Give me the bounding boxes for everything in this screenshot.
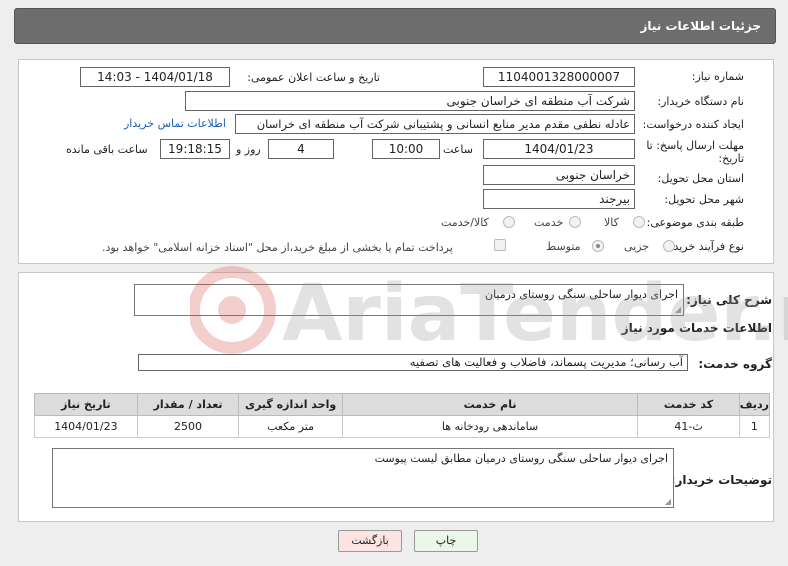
summary-textarea[interactable]: اجرای دیوار ساحلی سنگی روستای درمیان ◢ [134,284,684,316]
deadline-label: مهلت ارسال پاسخ: تا [646,139,744,152]
deadline-time-field: 10:00 [372,139,440,159]
services-table: ردیف کد خدمت نام خدمت واحد اندازه گیری ت… [34,393,771,438]
creator-label: ایجاد کننده درخواست: [642,118,744,131]
province-field: خراسان جنوبی [483,165,635,185]
remaining-label: ساعت باقی مانده [66,143,148,156]
services-title: اطلاعات خدمات مورد نیاز [621,321,772,335]
treasury-payment-checkbox[interactable] [494,239,506,251]
creator-field: عادله نطفی مقدم مدیر منابع انسانی و پشتی… [235,114,635,134]
process-medium-radio[interactable] [592,240,604,252]
remaining-time-field: 19:18:15 [160,139,230,159]
category-service-label: خدمت [534,216,564,229]
process-label: نوع فرآیند خرید : [666,240,744,253]
page-header: جزئیات اطلاعات نیاز [14,8,776,44]
deadline-date-field: 1404/01/23 [483,139,635,159]
service-group-label: گروه خدمت: [698,357,772,371]
category-service-radio[interactable] [569,216,581,228]
buyer-notes-label: توضیحات خریدار: [670,473,772,487]
process-minor-radio[interactable] [663,240,675,252]
col-qty-header: تعداد / مقدار [136,393,240,416]
days-field: 4 [268,139,334,159]
cell-qty: 2500 [136,415,240,438]
col-row-header: ردیف [738,393,771,416]
treasury-payment-note: پرداخت تمام یا بخشی از مبلغ خرید،از محل … [102,241,453,254]
process-minor-label: جزیی [624,240,650,253]
need-number-label: شماره نیاز: [691,70,744,83]
summary-label: شرح کلی نیاز: [686,293,772,307]
need-number-field: 1104001328000007 [483,67,635,87]
col-code-header: کد خدمت [637,393,740,416]
category-goods-radio[interactable] [633,216,645,228]
announce-label: تاریخ و ساعت اعلان عمومی: [247,71,380,84]
announce-field: 1404/01/18 - 14:03 [80,67,230,87]
resize-grip-icon[interactable]: ◢ [675,305,681,314]
summary-text: اجرای دیوار ساحلی سنگی روستای درمیان [484,288,678,301]
table-header-row: ردیف کد خدمت نام خدمت واحد اندازه گیری ت… [34,393,771,416]
city-field: بیرجند [483,189,635,209]
cell-row: 1 [738,415,771,438]
col-name-header: نام خدمت [341,393,639,416]
category-label: طبقه بندی موضوعی: [646,216,744,229]
buyer-org-label: نام دستگاه خریدار: [657,95,744,108]
process-medium-label: متوسط [546,240,581,253]
contact-buyer-link[interactable]: اطلاعات تماس خریدار [124,117,226,130]
time-label: ساعت [443,143,473,156]
buyer-org-field: شرکت آب منطقه ای خراسان جنوبی [185,91,635,111]
col-unit-header: واحد اندازه گیری [238,393,343,416]
print-button[interactable]: چاپ [414,530,478,552]
need-info-panel [18,59,774,264]
province-label: استان محل تحویل: [657,172,744,185]
resize-grip-icon[interactable]: ◢ [665,497,671,506]
category-goods-service-label: کالا/خدمت [441,216,489,229]
table-row: 1 ث-41 ساماندهی رودخانه ها متر مکعب 2500… [34,415,771,438]
category-goods-service-radio[interactable] [503,216,515,228]
cell-name: ساماندهی رودخانه ها [341,415,639,438]
cell-code: ث-41 [637,415,740,438]
page-title: جزئیات اطلاعات نیاز [640,19,761,33]
buyer-notes-textarea[interactable]: اجرای دیوار ساحلی سنگی روستای درمیان مطا… [52,448,674,508]
category-goods-label: کالا [604,216,619,229]
col-date-header: تاریخ نیاز [34,393,138,416]
days-label: روز و [236,143,261,156]
back-button[interactable]: بازگشت [338,530,402,552]
city-label: شهر محل تحویل: [664,193,744,206]
cell-date: 1404/01/23 [34,415,138,438]
deadline-label-date: تاریخ: [718,152,744,165]
buyer-notes-text: اجرای دیوار ساحلی سنگی روستای درمیان مطا… [374,452,668,465]
cell-unit: متر مکعب [238,415,343,438]
service-group-field: آب رسانی؛ مدیریت پسماند، فاضلاب و فعالیت… [138,354,688,371]
